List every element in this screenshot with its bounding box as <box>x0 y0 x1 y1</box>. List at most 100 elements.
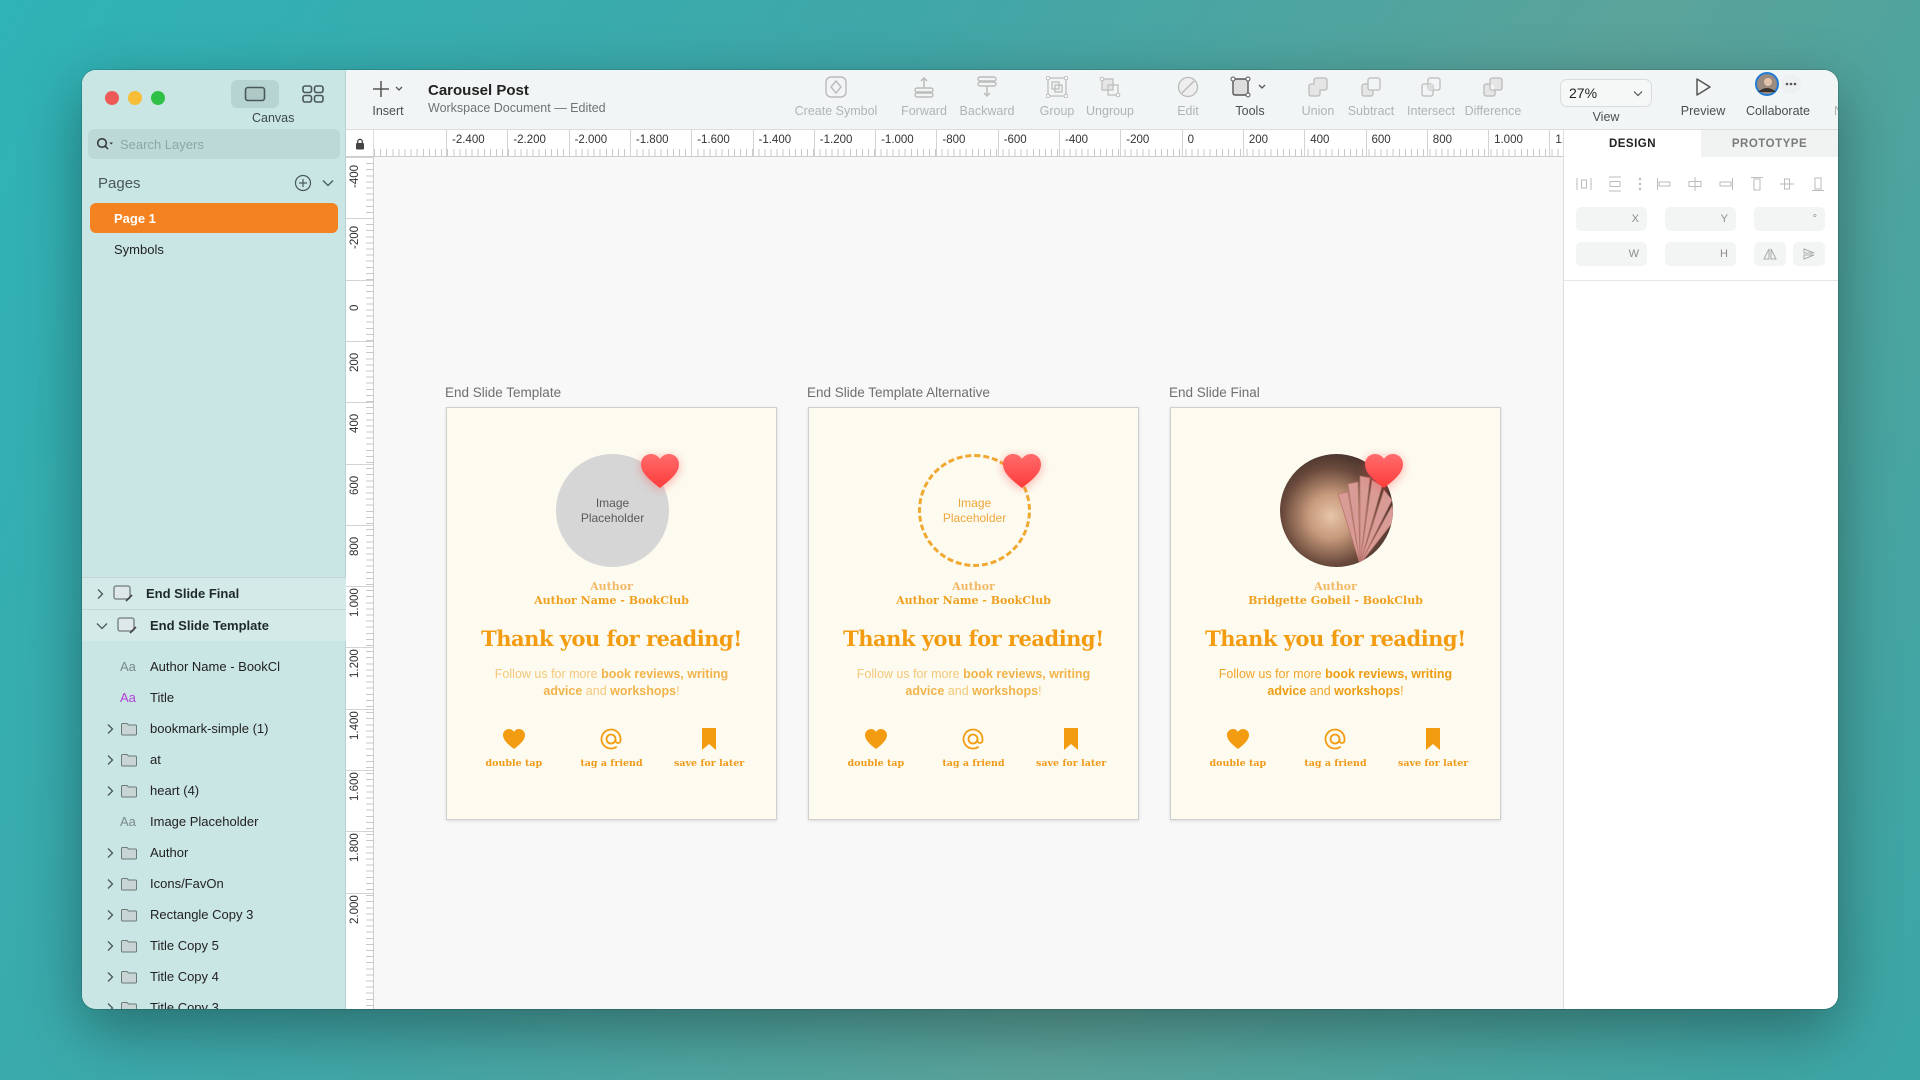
artboard-card[interactable]: Author Bridgette Gobeil - BookClub Thank y… <box>1170 407 1501 820</box>
layer-item[interactable]: Aa Author Name - BookCl <box>82 651 346 682</box>
tools-label: Tools <box>1235 104 1265 118</box>
expand-toggle[interactable] <box>106 754 120 766</box>
backward-button[interactable]: Backward <box>954 70 1020 130</box>
page-item-page-1[interactable]: Page 1 <box>90 203 338 233</box>
search-layers[interactable] <box>88 129 340 159</box>
inspector-tabs: DESIGN PROTOTYPE <box>1564 130 1838 157</box>
width-field[interactable]: W <box>1576 242 1647 266</box>
more-options-icon[interactable] <box>1638 176 1642 192</box>
collaborate-button[interactable]: Collaborate <box>1738 70 1818 130</box>
search-layers-input[interactable] <box>120 136 320 152</box>
ruler-tick-label: -2.200 <box>507 130 546 156</box>
zoom-button[interactable] <box>151 91 165 105</box>
layer-group-end-slide-template[interactable]: End Slide Template <box>82 609 346 641</box>
grid-view-button[interactable] <box>289 80 337 108</box>
layer-item[interactable]: Title Copy 3 <box>82 992 346 1009</box>
layer-item[interactable]: Aa Image Placeholder <box>82 806 346 837</box>
folder-icon <box>121 722 137 735</box>
notifications-button[interactable]: Notifications <box>1828 70 1838 130</box>
layer-item[interactable]: Rectangle Copy 3 <box>82 899 346 930</box>
rotation-field[interactable]: ° <box>1754 207 1825 231</box>
canvas[interactable]: End Slide Template Image Placeholder Author… <box>374 157 1563 1009</box>
expand-toggle[interactable] <box>106 971 120 983</box>
ruler-tick-label: 400 <box>1304 130 1329 156</box>
author-name: Author Name - BookClub <box>896 594 1051 607</box>
distribute-vertical-icon[interactable] <box>1607 176 1623 192</box>
expand-toggle[interactable] <box>106 723 120 735</box>
expand-toggle[interactable] <box>106 1002 120 1009</box>
layer-item[interactable]: heart (4) <box>82 775 346 806</box>
ruler-tick-label: 1.000 <box>349 588 361 618</box>
height-field[interactable]: H <box>1665 242 1736 266</box>
x-field[interactable]: X <box>1576 207 1647 231</box>
subtract-button[interactable]: Subtract <box>1343 70 1399 130</box>
tools-button[interactable]: Tools <box>1226 70 1274 130</box>
create-symbol-button[interactable]: Create Symbol <box>786 70 886 130</box>
minimize-button[interactable] <box>128 91 142 105</box>
vertical-ruler[interactable]: -400 -200 0 200 400 600 800 1.000 1.200 1.400 1.60… <box>346 157 374 1009</box>
pages-title: Pages <box>98 174 141 192</box>
layer-name: Title Copy 3 <box>150 1000 219 1009</box>
layer-group-end-slide-final[interactable]: End Slide Final <box>82 577 346 609</box>
insert-button[interactable]: Insert <box>368 70 408 130</box>
align-top-icon[interactable] <box>1749 176 1765 192</box>
zoom-level-select[interactable]: 27% <box>1560 79 1652 107</box>
y-field[interactable]: Y <box>1665 207 1736 231</box>
tab-prototype[interactable]: PROTOTYPE <box>1701 130 1838 157</box>
distribute-horizontal-icon[interactable] <box>1576 176 1592 192</box>
artboard-card[interactable]: Image Placeholder Author Author Name - Book… <box>446 407 777 820</box>
canvas-view-button[interactable] <box>231 80 279 108</box>
preview-button[interactable]: Preview <box>1678 70 1728 130</box>
expand-toggle[interactable] <box>106 878 120 890</box>
horizontal-ruler[interactable]: -2.400 -2.200 -2.000 -1.800 -1.600 -1.400 -1.2… <box>346 130 1563 157</box>
h-label: H <box>1720 248 1728 260</box>
flip-horizontal-button[interactable] <box>1754 242 1786 266</box>
page-item-symbols[interactable]: Symbols <box>90 234 338 264</box>
layer-item[interactable]: Title Copy 5 <box>82 930 346 961</box>
document-status: Workspace Document — Edited <box>428 101 606 115</box>
chevron-down-icon <box>322 180 334 187</box>
align-right-icon[interactable] <box>1718 176 1734 192</box>
artboard-label[interactable]: End Slide Final <box>1169 385 1260 400</box>
action-label: tag a friend <box>942 758 1005 769</box>
ruler-lock-button[interactable] <box>346 130 374 156</box>
artboard-label[interactable]: End Slide Template <box>445 385 561 400</box>
page-label: Page 1 <box>114 210 156 226</box>
layer-item[interactable]: Aa Title <box>82 682 346 713</box>
align-bottom-icon[interactable] <box>1810 176 1826 192</box>
layer-item[interactable]: bookmark-simple (1) <box>82 713 346 744</box>
ruler-tick-label: 1.400 <box>349 710 361 740</box>
align-center-horizontal-icon[interactable] <box>1687 176 1703 192</box>
collapse-pages-button[interactable] <box>322 179 334 187</box>
artboard-card[interactable]: Image Placeholder Author Author Name - Book… <box>808 407 1139 820</box>
layer-item[interactable]: at <box>82 744 346 775</box>
expand-toggle[interactable] <box>106 785 120 797</box>
folder-icon <box>121 939 137 952</box>
forward-button[interactable]: Forward <box>896 70 952 130</box>
group-button[interactable]: Group <box>1035 70 1079 130</box>
artboard-label[interactable]: End Slide Template Alternative <box>807 385 990 400</box>
intersect-button[interactable]: Intersect <box>1404 70 1458 130</box>
notifications-label: Notifications <box>1834 104 1838 118</box>
rotation-label: ° <box>1812 213 1817 225</box>
difference-button[interactable]: Difference <box>1458 70 1528 130</box>
expand-toggle[interactable] <box>106 847 120 859</box>
follow-text: Follow us for more book reviews, writing… <box>1218 667 1453 698</box>
edit-button[interactable]: Edit <box>1168 70 1208 130</box>
subtract-icon <box>1361 77 1381 97</box>
align-center-vertical-icon[interactable] <box>1779 176 1795 192</box>
ruler-tick-label: 600 <box>1365 130 1391 156</box>
add-page-button[interactable] <box>294 174 312 192</box>
layer-item[interactable]: Author <box>82 837 346 868</box>
flip-vertical-button[interactable] <box>1793 242 1825 266</box>
align-left-icon[interactable] <box>1656 176 1672 192</box>
ungroup-button[interactable]: Ungroup <box>1082 70 1138 130</box>
tab-design[interactable]: DESIGN <box>1564 130 1701 157</box>
action-item: save for later <box>1026 726 1116 769</box>
expand-toggle[interactable] <box>106 940 120 952</box>
expand-toggle[interactable] <box>106 909 120 921</box>
close-button[interactable] <box>105 91 119 105</box>
layer-item[interactable]: Title Copy 4 <box>82 961 346 992</box>
union-button[interactable]: Union <box>1298 70 1338 130</box>
layer-item[interactable]: Icons/FavOn <box>82 868 346 899</box>
